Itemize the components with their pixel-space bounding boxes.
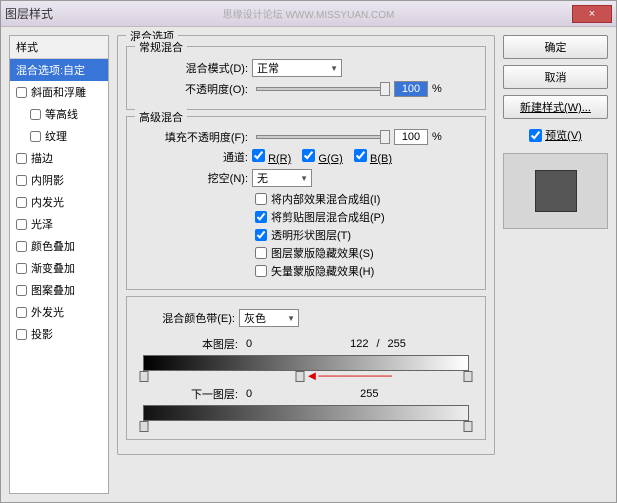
opacity-slider[interactable] bbox=[256, 87, 386, 91]
style-checkbox[interactable] bbox=[16, 219, 27, 230]
style-checkbox[interactable] bbox=[16, 307, 27, 318]
style-checkbox[interactable] bbox=[16, 263, 27, 274]
knockout-label: 挖空(N): bbox=[143, 170, 248, 186]
titlebar: 图层样式 思缘设计论坛 WWW.MISSYUAN.COM × bbox=[1, 1, 616, 27]
blend-if-select[interactable]: 灰色 bbox=[239, 309, 299, 327]
this-v2: 122 bbox=[350, 338, 368, 350]
style-item[interactable]: 斜面和浮雕 bbox=[10, 81, 108, 103]
channel-b[interactable]: B(B) bbox=[354, 149, 392, 165]
close-button[interactable]: × bbox=[572, 5, 612, 23]
style-item[interactable]: 颜色叠加 bbox=[10, 235, 108, 257]
preview-checkbox[interactable] bbox=[529, 129, 542, 142]
chk-inner[interactable] bbox=[255, 193, 267, 205]
style-checkbox[interactable] bbox=[30, 109, 41, 120]
blend-if: 混合颜色带(E): 灰色 本图层: 0 122 / 255 ◄──────── … bbox=[126, 296, 486, 440]
style-list-head: 样式 bbox=[10, 36, 108, 59]
advanced-blend: 高级混合 填充不透明度(F): 100 % 通道: R(R) G(G) B(B)… bbox=[126, 116, 486, 290]
this-v1: 0 bbox=[246, 338, 252, 350]
style-list: 样式 混合选项:自定 斜面和浮雕等高线纹理描边内阴影内发光光泽颜色叠加渐变叠加图… bbox=[9, 35, 109, 494]
right-panel: 确定 取消 新建样式(W)... 预览(V) bbox=[503, 35, 608, 494]
style-checkbox[interactable] bbox=[16, 175, 27, 186]
ok-button[interactable]: 确定 bbox=[503, 35, 608, 59]
style-label: 颜色叠加 bbox=[31, 238, 75, 254]
channel-g[interactable]: G(G) bbox=[302, 149, 343, 165]
this-layer-label: 本图层: bbox=[143, 336, 238, 352]
fill-opacity-label: 填充不透明度(F): bbox=[143, 129, 248, 145]
preview-swatch bbox=[535, 170, 577, 212]
channel-label: 通道: bbox=[143, 149, 248, 165]
style-label: 图案叠加 bbox=[31, 282, 75, 298]
chk-clip[interactable] bbox=[255, 211, 267, 223]
style-item[interactable]: 投影 bbox=[10, 323, 108, 345]
style-selected[interactable]: 混合选项:自定 bbox=[10, 59, 108, 81]
under-layer-gradient[interactable] bbox=[143, 405, 469, 421]
sub-title: 高级混合 bbox=[135, 109, 187, 125]
style-label: 投影 bbox=[31, 326, 53, 342]
sub-title: 常规混合 bbox=[135, 39, 187, 55]
under-v2: 255 bbox=[360, 388, 378, 400]
pct: % bbox=[432, 131, 442, 143]
under-layer-label: 下一图层: bbox=[143, 386, 238, 402]
channel-r[interactable]: R(R) bbox=[252, 149, 291, 165]
style-checkbox[interactable] bbox=[16, 329, 27, 340]
opacity-value[interactable]: 100 bbox=[394, 81, 428, 97]
style-label: 内阴影 bbox=[31, 172, 64, 188]
style-checkbox[interactable] bbox=[16, 87, 27, 98]
style-label: 等高线 bbox=[45, 106, 78, 122]
style-item[interactable]: 内阴影 bbox=[10, 169, 108, 191]
cancel-button[interactable]: 取消 bbox=[503, 65, 608, 89]
chk-vecmask[interactable] bbox=[255, 265, 267, 277]
arrow-annotation: ◄──────── bbox=[305, 368, 392, 383]
new-style-button[interactable]: 新建样式(W)... bbox=[503, 95, 608, 119]
style-item[interactable]: 纹理 bbox=[10, 125, 108, 147]
watermark: 思缘设计论坛 WWW.MISSYUAN.COM bbox=[223, 6, 395, 21]
this-v3: 255 bbox=[388, 338, 406, 350]
style-label: 渐变叠加 bbox=[31, 260, 75, 276]
style-label: 描边 bbox=[31, 150, 53, 166]
under-v1: 0 bbox=[246, 388, 252, 400]
style-item[interactable]: 描边 bbox=[10, 147, 108, 169]
style-checkbox[interactable] bbox=[16, 197, 27, 208]
style-label: 斜面和浮雕 bbox=[31, 84, 86, 100]
chk-layermask[interactable] bbox=[255, 247, 267, 259]
style-item[interactable]: 图案叠加 bbox=[10, 279, 108, 301]
blend-if-label: 混合颜色带(E): bbox=[135, 310, 235, 326]
fill-opacity-slider[interactable] bbox=[256, 135, 386, 139]
style-label: 外发光 bbox=[31, 304, 64, 320]
style-item[interactable]: 渐变叠加 bbox=[10, 257, 108, 279]
window-title: 图层样式 bbox=[5, 5, 53, 22]
style-item[interactable]: 内发光 bbox=[10, 191, 108, 213]
style-checkbox[interactable] bbox=[16, 285, 27, 296]
blend-mode-select[interactable]: 正常 bbox=[252, 59, 342, 77]
preview-label: 预览(V) bbox=[545, 127, 582, 143]
general-blend: 常规混合 混合模式(D): 正常 不透明度(O): 100 % bbox=[126, 46, 486, 110]
chk-trans[interactable] bbox=[255, 229, 267, 241]
blend-mode-label: 混合模式(D): bbox=[143, 60, 248, 76]
style-label: 光泽 bbox=[31, 216, 53, 232]
style-checkbox[interactable] bbox=[16, 241, 27, 252]
pct: % bbox=[432, 83, 442, 95]
center: 混合选项 常规混合 混合模式(D): 正常 不透明度(O): 100 % 高级混… bbox=[117, 35, 495, 494]
preview-box bbox=[503, 153, 608, 229]
style-checkbox[interactable] bbox=[16, 153, 27, 164]
style-item[interactable]: 外发光 bbox=[10, 301, 108, 323]
blend-options-group: 混合选项 常规混合 混合模式(D): 正常 不透明度(O): 100 % 高级混… bbox=[117, 35, 495, 455]
style-label: 内发光 bbox=[31, 194, 64, 210]
style-item[interactable]: 等高线 bbox=[10, 103, 108, 125]
knockout-select[interactable]: 无 bbox=[252, 169, 312, 187]
style-label: 纹理 bbox=[45, 128, 67, 144]
fill-opacity-value[interactable]: 100 bbox=[394, 129, 428, 145]
style-item[interactable]: 光泽 bbox=[10, 213, 108, 235]
main: 样式 混合选项:自定 斜面和浮雕等高线纹理描边内阴影内发光光泽颜色叠加渐变叠加图… bbox=[1, 27, 616, 502]
style-checkbox[interactable] bbox=[30, 131, 41, 142]
opacity-label: 不透明度(O): bbox=[143, 81, 248, 97]
